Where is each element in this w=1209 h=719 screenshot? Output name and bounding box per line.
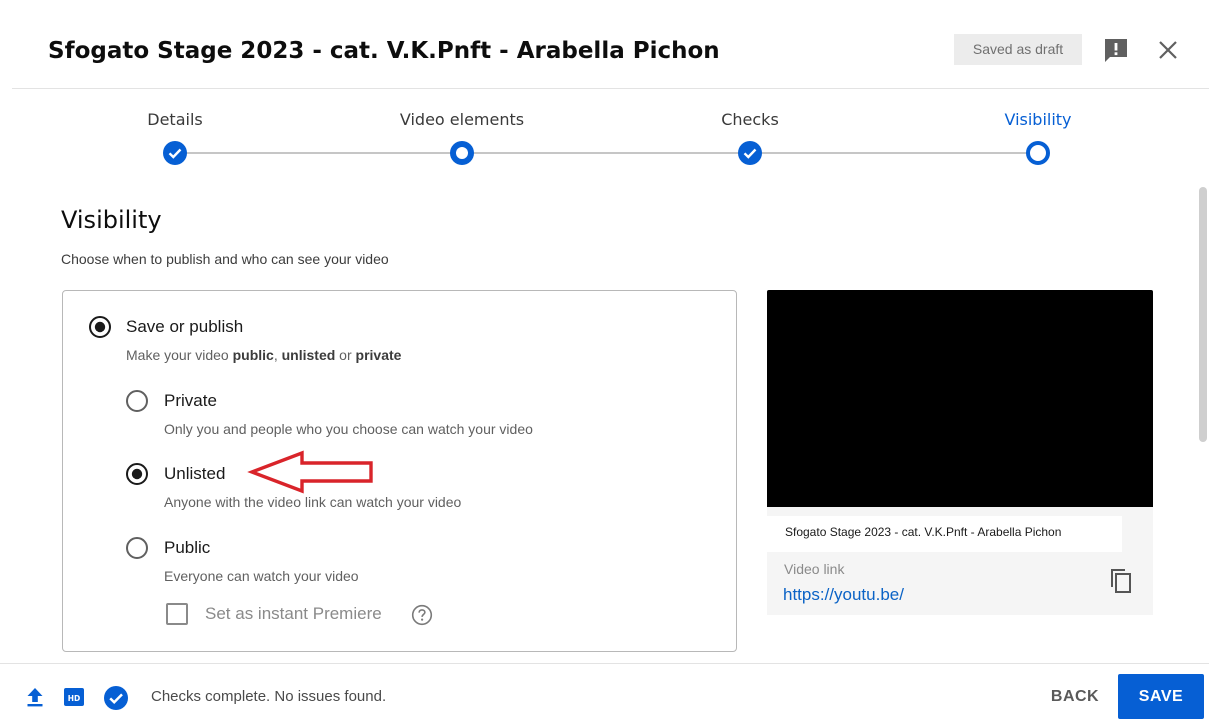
step-details-label[interactable]: Details: [147, 110, 202, 129]
help-icon[interactable]: [411, 604, 433, 626]
save-button[interactable]: SAVE: [1118, 674, 1204, 719]
public-label[interactable]: Public: [164, 538, 210, 558]
video-link-caption: Video link: [784, 561, 845, 577]
step-video-elements-label[interactable]: Video elements: [400, 110, 524, 129]
step-checks-label[interactable]: Checks: [721, 110, 779, 129]
unlisted-description: Anyone with the video link can watch you…: [164, 494, 462, 510]
video-preview-panel: Sfogato Stage 2023 - cat. V.K.Pnft - Ara…: [767, 290, 1153, 615]
public-radio[interactable]: [125, 536, 149, 560]
scrollbar[interactable]: [1199, 187, 1207, 442]
back-button[interactable]: BACK: [1040, 678, 1110, 716]
instant-premiere-checkbox[interactable]: [166, 603, 188, 625]
step-details-check-icon[interactable]: [163, 141, 187, 165]
unlisted-radio[interactable]: [125, 462, 149, 486]
unlisted-label[interactable]: Unlisted: [164, 464, 225, 484]
header-divider: [12, 88, 1209, 89]
upload-icon[interactable]: [23, 685, 47, 709]
preview-title-row: Sfogato Stage 2023 - cat. V.K.Pnft - Ara…: [767, 516, 1122, 552]
step-visibility-current-icon[interactable]: [1025, 140, 1051, 166]
save-or-publish-radio[interactable]: [88, 315, 112, 339]
copy-icon[interactable]: [1107, 566, 1135, 596]
footer-divider: [0, 663, 1209, 664]
step-visibility-label[interactable]: Visibility: [1004, 110, 1071, 129]
hd-icon[interactable]: HD: [63, 686, 85, 708]
private-label[interactable]: Private: [164, 391, 217, 411]
public-description: Everyone can watch your video: [164, 568, 359, 584]
private-radio[interactable]: [125, 389, 149, 413]
annotation-arrow-icon: [247, 450, 373, 494]
draft-status-badge: Saved as draft: [954, 34, 1082, 65]
page-title: Sfogato Stage 2023 - cat. V.K.Pnft - Ara…: [48, 38, 720, 64]
check-circle-icon[interactable]: [103, 685, 129, 711]
step-checks-check-icon[interactable]: [738, 141, 762, 165]
instant-premiere-label[interactable]: Set as instant Premiere: [205, 604, 382, 624]
video-link-url[interactable]: https://youtu.be/: [783, 585, 904, 605]
video-player[interactable]: [767, 290, 1153, 507]
svg-text:HD: HD: [68, 694, 81, 703]
stepper-line: [175, 152, 1037, 154]
save-or-publish-label[interactable]: Save or publish: [126, 317, 243, 337]
feedback-icon[interactable]: [1102, 36, 1130, 64]
save-or-publish-description: Make your video public, unlisted or priv…: [126, 347, 402, 363]
checks-status-text: Checks complete. No issues found.: [151, 688, 387, 705]
visibility-subtitle: Choose when to publish and who can see y…: [61, 251, 389, 267]
private-description: Only you and people who you choose can w…: [164, 421, 533, 437]
step-video-elements-node-icon[interactable]: [450, 141, 474, 165]
close-icon[interactable]: [1154, 36, 1182, 64]
preview-video-title: Sfogato Stage 2023 - cat. V.K.Pnft - Ara…: [785, 525, 1062, 539]
visibility-heading: Visibility: [61, 206, 162, 234]
